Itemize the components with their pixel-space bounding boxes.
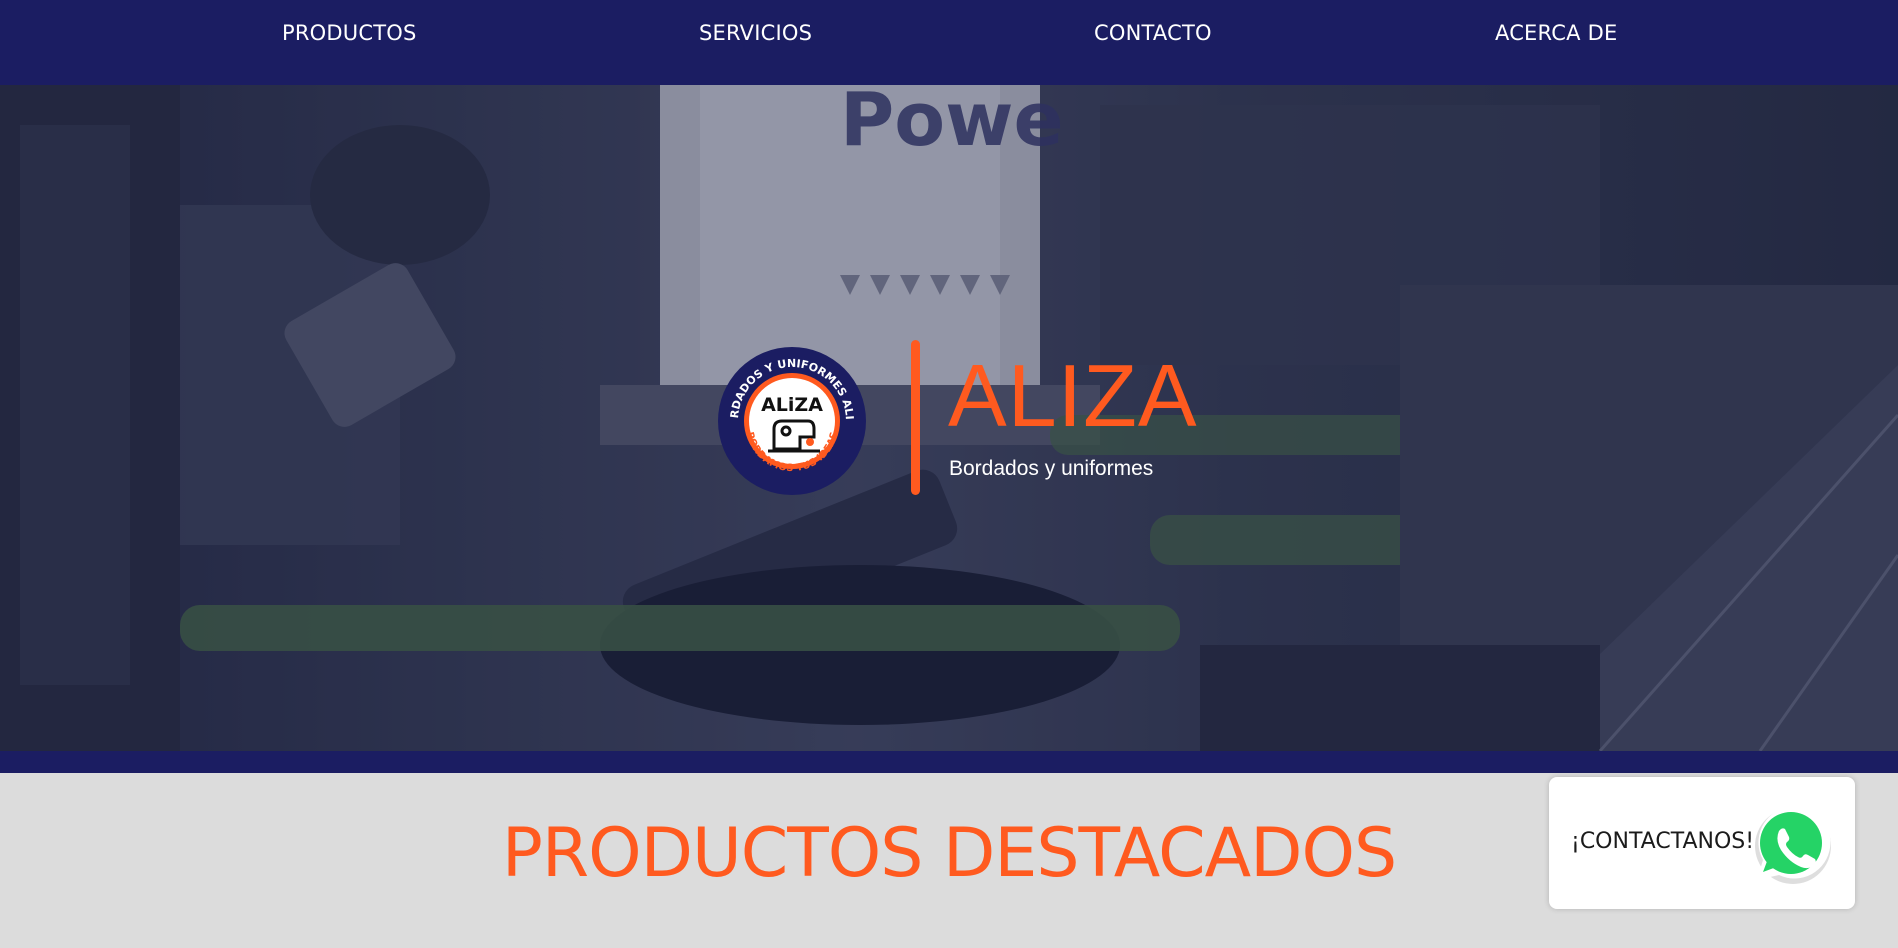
brand-tagline: Bordados y uniformes xyxy=(949,457,1154,480)
nav-link-acerca-de[interactable]: ACERCA DE xyxy=(1495,18,1617,48)
hero-bottom-stripe xyxy=(0,751,1898,773)
nav-link-contacto[interactable]: CONTACTO xyxy=(1094,18,1212,48)
whatsapp-icon[interactable] xyxy=(1749,802,1835,888)
whatsapp-contact-button[interactable]: ¡CONTACTANOS! xyxy=(1549,777,1855,909)
top-navigation: PRODUCTOS SERVICIOS CONTACTO ACERCA DE xyxy=(0,0,1898,85)
whatsapp-contact-label: ¡CONTACTANOS! xyxy=(1571,829,1755,854)
nav-link-productos[interactable]: PRODUCTOS xyxy=(282,18,416,48)
svg-text:ALiZA: ALiZA xyxy=(761,394,823,416)
brand-name: ALIZA xyxy=(948,346,1198,445)
nav-link-servicios[interactable]: SERVICIOS xyxy=(699,18,812,48)
brand-divider xyxy=(911,340,920,495)
aliza-logo: BORDADOS Y UNIFORMES ALIZA BORDAMOS TUS … xyxy=(711,335,868,497)
